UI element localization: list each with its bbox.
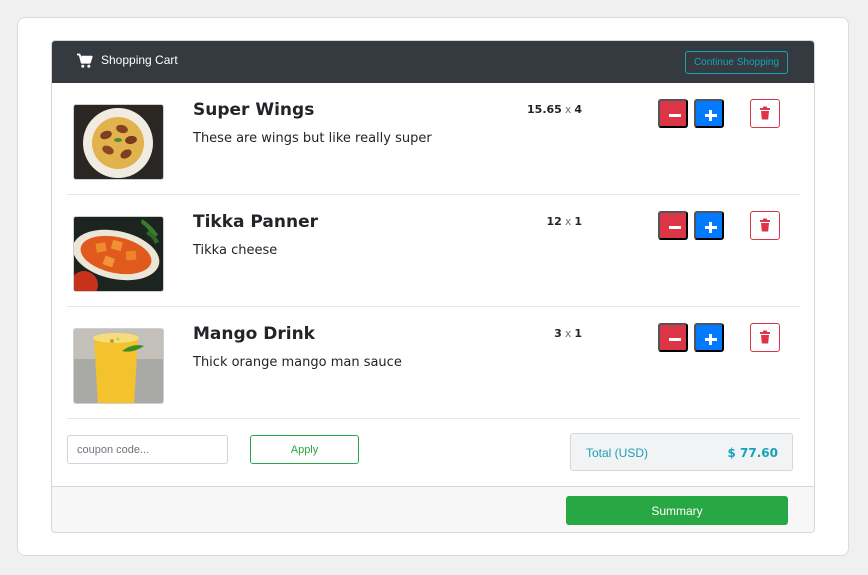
minus-icon bbox=[669, 338, 681, 341]
increase-quantity-button[interactable] bbox=[694, 211, 724, 240]
times-sign: x bbox=[564, 103, 572, 116]
shopping-cart-card: Shopping Cart Continue Shopping Super Wi… bbox=[51, 40, 815, 533]
item-image bbox=[73, 328, 164, 404]
item-quantity: 1 bbox=[574, 215, 582, 228]
cart-title: Shopping Cart bbox=[101, 53, 178, 67]
total-value: $ 77.60 bbox=[727, 446, 778, 460]
total-box: Total (USD) $ 77.60 bbox=[570, 433, 793, 471]
decrease-quantity-button[interactable] bbox=[658, 323, 688, 352]
increase-quantity-button[interactable] bbox=[694, 99, 724, 128]
item-description: Tikka cheese bbox=[193, 243, 278, 258]
remove-item-button[interactable] bbox=[750, 99, 780, 128]
total-label: Total (USD) bbox=[586, 446, 649, 460]
item-price: 3 bbox=[554, 327, 562, 340]
minus-icon bbox=[669, 114, 681, 117]
cart-header: Shopping Cart Continue Shopping bbox=[52, 41, 814, 83]
card-footer: Summary bbox=[52, 486, 814, 532]
item-description: Thick orange mango man sauce bbox=[193, 355, 402, 370]
item-description: These are wings but like really super bbox=[193, 131, 432, 146]
shopping-cart-icon bbox=[77, 53, 93, 69]
item-image bbox=[73, 216, 164, 292]
cart-totals-row: Apply Total (USD) $ 77.60 bbox=[52, 422, 814, 486]
trash-icon bbox=[760, 218, 770, 232]
coupon-code-input[interactable] bbox=[67, 435, 228, 464]
item-price-quantity: 12 x 1 bbox=[547, 215, 582, 228]
trash-icon bbox=[760, 330, 770, 344]
cart-item: Tikka Panner Tikka cheese 12 x 1 bbox=[67, 195, 800, 307]
item-quantity: 1 bbox=[574, 327, 582, 340]
decrease-quantity-button[interactable] bbox=[658, 99, 688, 128]
decrease-quantity-button[interactable] bbox=[658, 211, 688, 240]
times-sign: x bbox=[564, 215, 572, 228]
cart-item: Super Wings These are wings but like rea… bbox=[67, 83, 800, 195]
item-image bbox=[73, 104, 164, 180]
item-name: Super Wings bbox=[193, 100, 315, 120]
item-price: 12 bbox=[546, 215, 562, 228]
remove-item-button[interactable] bbox=[750, 323, 780, 352]
summary-button[interactable]: Summary bbox=[566, 496, 788, 525]
trash-icon bbox=[760, 106, 770, 120]
remove-item-button[interactable] bbox=[750, 211, 780, 240]
cart-item: Mango Drink Thick orange mango man sauce… bbox=[67, 307, 800, 419]
item-quantity: 4 bbox=[574, 103, 582, 116]
item-name: Tikka Panner bbox=[193, 212, 319, 232]
apply-coupon-button[interactable]: Apply bbox=[250, 435, 359, 464]
times-sign: x bbox=[564, 327, 572, 340]
minus-icon bbox=[669, 226, 681, 229]
increase-quantity-button[interactable] bbox=[694, 323, 724, 352]
continue-shopping-button[interactable]: Continue Shopping bbox=[685, 51, 788, 74]
item-price: 15.65 bbox=[527, 103, 562, 116]
item-price-quantity: 3x1 bbox=[554, 327, 582, 340]
item-price-quantity: 15.65 x 4 bbox=[527, 103, 582, 116]
item-name: Mango Drink bbox=[193, 324, 315, 344]
